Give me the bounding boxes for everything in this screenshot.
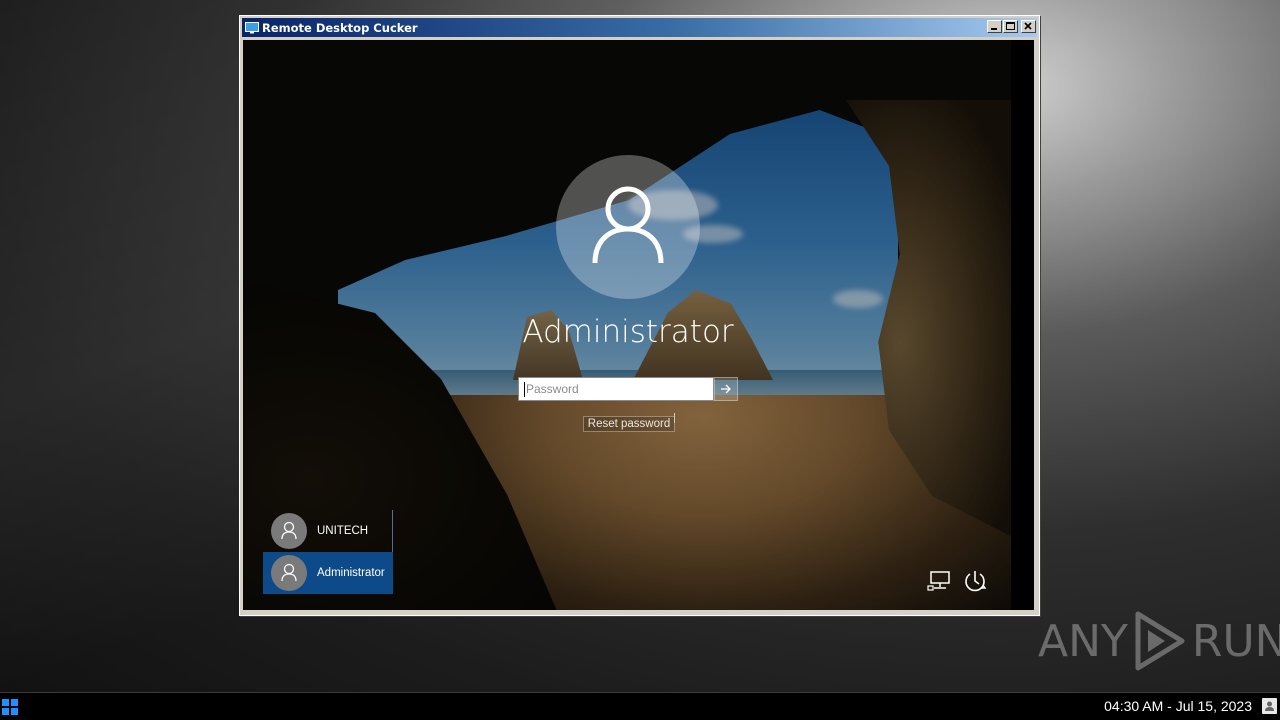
submit-button[interactable]	[714, 377, 738, 401]
window-title: Remote Desktop Cucker	[262, 20, 418, 35]
login-user-name: Administrator	[522, 314, 734, 350]
remote-screen[interactable]: Administrator Password Reset password UN…	[243, 40, 1011, 610]
start-button[interactable]	[2, 699, 18, 715]
power-icon	[965, 571, 987, 592]
user-tile-unitech[interactable]: UNITECH	[263, 510, 393, 552]
user-avatar	[556, 155, 700, 299]
user-tile-administrator[interactable]: Administrator	[263, 552, 393, 594]
user-icon	[281, 563, 297, 582]
windows-logo-pane	[2, 708, 9, 715]
avatar	[271, 555, 307, 591]
monitor-icon	[245, 21, 259, 34]
maximize-icon	[1006, 22, 1015, 30]
power-button[interactable]	[962, 568, 988, 594]
user-icon	[281, 521, 297, 540]
taskbar: 04:30 AM - Jul 15, 2023	[0, 692, 1280, 720]
user-tile-label: UNITECH	[317, 525, 369, 537]
mouse-cursor	[674, 413, 675, 423]
minimize-icon	[991, 28, 997, 30]
password-placeholder: Password	[526, 382, 579, 396]
avatar	[271, 513, 307, 549]
taskbar-clock[interactable]: 04:30 AM - Jul 15, 2023	[1104, 698, 1252, 714]
arrow-right-icon	[721, 384, 731, 394]
window-titlebar[interactable]: Remote Desktop Cucker	[242, 18, 1037, 37]
windows-logo-pane	[11, 699, 18, 706]
user-tile-label: Administrator	[317, 567, 385, 579]
watermark-text-left: ANY	[1038, 615, 1128, 667]
close-button[interactable]	[1021, 20, 1036, 33]
maximize-button[interactable]	[1003, 20, 1018, 33]
network-button[interactable]	[927, 568, 953, 594]
anyrun-watermark: ANY RUN	[1038, 606, 1280, 676]
windows-logo-pane	[11, 708, 18, 715]
windows-logo-icon	[2, 699, 9, 706]
text-caret	[524, 382, 525, 397]
network-icon	[927, 571, 950, 591]
reset-password-link[interactable]: Reset password	[583, 416, 675, 432]
notification-icon[interactable]	[1262, 698, 1277, 714]
remote-screen-margin	[1011, 40, 1034, 610]
password-field[interactable]: Password	[518, 377, 714, 401]
close-icon	[1024, 22, 1032, 30]
remote-desktop-window[interactable]: Remote Desktop Cucker Administrator Pass…	[239, 15, 1040, 616]
minimize-button[interactable]	[987, 20, 1002, 33]
user-icon	[592, 186, 664, 264]
watermark-text-right: RUN	[1191, 615, 1280, 667]
play-logo-icon	[1135, 611, 1185, 671]
